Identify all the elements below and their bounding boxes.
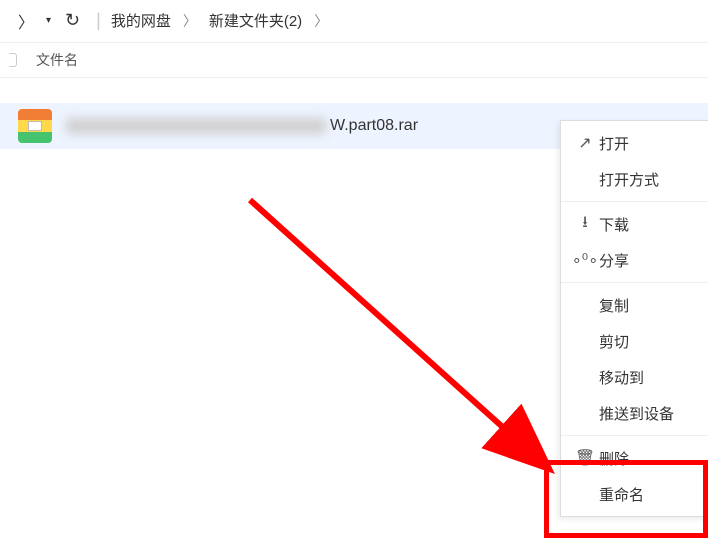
nav-history-dropdown-icon[interactable]: ▾: [46, 15, 51, 26]
toolbar: 〉 ▾ ↻ | 我的网盘 〉 新建文件夹(2) 〉: [0, 0, 708, 42]
trash-icon: 🗑: [571, 448, 599, 468]
menu-item-copy[interactable]: 复制: [561, 287, 708, 323]
chevron-right-icon: 〉: [183, 11, 197, 31]
menu-item-open-with[interactable]: 打开方式: [561, 161, 708, 197]
open-icon: ↗: [571, 133, 599, 153]
checkbox-edge-icon: [9, 53, 17, 67]
menu-item-cut[interactable]: 剪切: [561, 323, 708, 359]
file-name-visible: W.part08.rar: [330, 117, 418, 135]
chevron-right-icon: 〉: [314, 11, 328, 31]
select-column: [2, 53, 24, 67]
archive-file-icon: [18, 109, 52, 143]
menu-label: 复制: [599, 295, 699, 316]
menu-item-move-to[interactable]: 移动到: [561, 359, 708, 395]
menu-label: 删除: [599, 448, 699, 469]
breadcrumb-root[interactable]: 我的网盘: [111, 10, 171, 31]
menu-label: 分享: [599, 250, 699, 271]
menu-label: 下载: [599, 214, 699, 235]
annotation-arrow: [230, 190, 570, 490]
refresh-icon[interactable]: ↻: [65, 10, 80, 31]
menu-label: 重命名: [599, 484, 699, 505]
menu-label: 打开方式: [599, 169, 699, 190]
menu-divider: [561, 201, 708, 202]
menu-item-rename[interactable]: 重命名: [561, 476, 708, 512]
menu-label: 移动到: [599, 367, 699, 388]
nav-forward-icon[interactable]: 〉: [18, 9, 34, 33]
menu-item-share[interactable]: ∘⁰∘ 分享: [561, 242, 708, 278]
file-name-blurred: [66, 118, 326, 134]
menu-divider: [561, 435, 708, 436]
menu-item-push-to-device[interactable]: 推送到设备: [561, 395, 708, 431]
breadcrumb: 我的网盘 〉 新建文件夹(2) 〉: [107, 10, 336, 31]
menu-item-delete[interactable]: 🗑 删除: [561, 440, 708, 476]
column-header-row: 文件名: [0, 42, 708, 78]
breadcrumb-folder[interactable]: 新建文件夹(2): [209, 10, 302, 31]
menu-item-open[interactable]: ↗ 打开: [561, 125, 708, 161]
file-name: W.part08.rar: [66, 117, 418, 135]
menu-label: 推送到设备: [599, 403, 699, 424]
menu-label: 打开: [599, 133, 699, 154]
menu-divider: [561, 282, 708, 283]
toolbar-separator: |: [96, 10, 101, 31]
menu-label: 剪切: [599, 331, 699, 352]
share-icon: ∘⁰∘: [571, 250, 599, 270]
menu-item-download[interactable]: ⭳ 下载: [561, 206, 708, 242]
context-menu: ↗ 打开 打开方式 ⭳ 下载 ∘⁰∘ 分享 复制 剪切 移动到 推送到设备 🗑 …: [560, 120, 708, 517]
download-icon: ⭳: [571, 211, 599, 238]
column-header-name[interactable]: 文件名: [36, 50, 78, 70]
